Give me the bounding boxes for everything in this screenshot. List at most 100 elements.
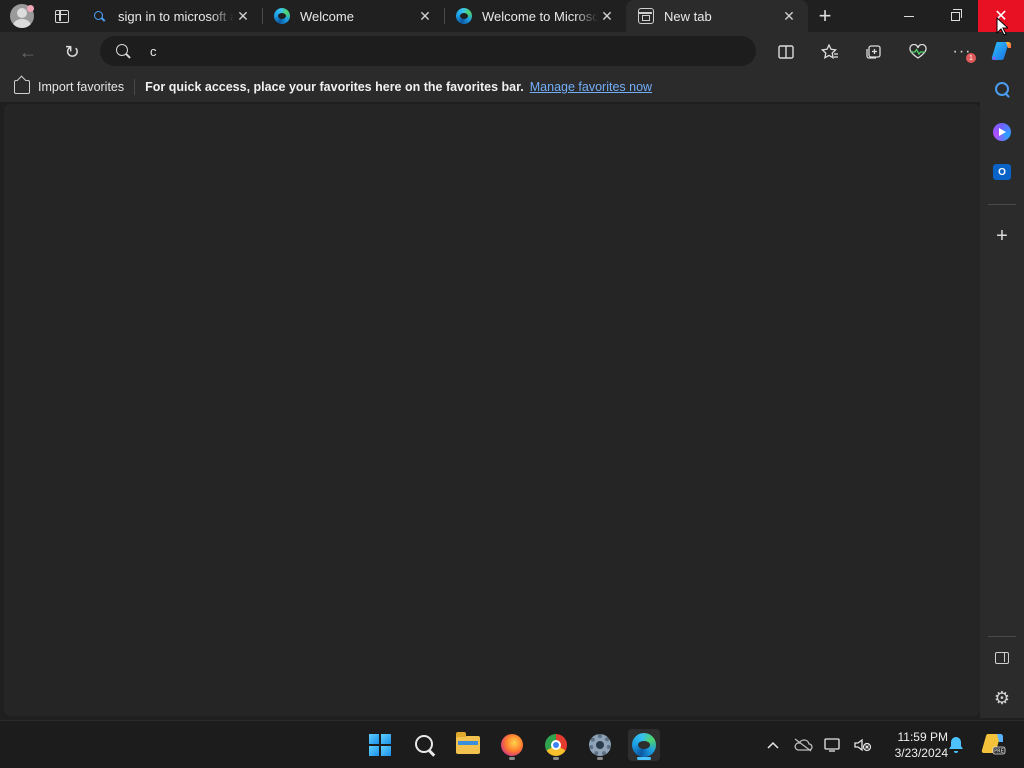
- refresh-icon: ↻: [64, 41, 80, 62]
- favorites-button[interactable]: [808, 34, 852, 70]
- page-content[interactable]: [4, 104, 980, 716]
- chrome-icon: [545, 734, 567, 756]
- favorites-bar: Import favorites For quick access, place…: [0, 72, 980, 102]
- sidebar-outlook-icon[interactable]: O: [993, 164, 1011, 180]
- screen: sign in to microsoft ac ✕ Welcome ✕ Welc…: [0, 0, 1024, 768]
- profile-notification-dot: [27, 5, 34, 12]
- notifications-button[interactable]: [946, 735, 966, 755]
- collections-button[interactable]: [852, 34, 896, 70]
- taskbar: 11:59 PM 3/23/2024 PRE: [0, 720, 1024, 768]
- svg-text:PRE: PRE: [994, 749, 1004, 755]
- chevron-up-icon: [767, 741, 779, 749]
- tab-title: New tab: [664, 8, 712, 24]
- notification-badge: 1: [966, 53, 976, 63]
- sidebar-divider: [988, 204, 1016, 205]
- speaker-muted-icon: [854, 738, 872, 752]
- clock-time: 11:59 PM: [897, 730, 948, 744]
- active-indicator: [637, 757, 651, 760]
- onedrive-button[interactable]: [788, 721, 818, 768]
- tab-actions-menu-button[interactable]: [44, 0, 80, 32]
- system-tray: [758, 721, 878, 768]
- running-indicator: [553, 757, 559, 760]
- tab-title: sign in to microsoft ac: [118, 8, 234, 24]
- cloud-offline-icon: [794, 738, 813, 752]
- file-explorer-button[interactable]: [452, 729, 484, 761]
- running-indicator: [509, 757, 515, 760]
- split-screen-icon: [778, 45, 794, 59]
- plus-icon: +: [996, 224, 1008, 247]
- browser-essentials-button[interactable]: [896, 34, 940, 70]
- firefox-icon: [501, 734, 523, 756]
- favorites-star-icon: [821, 44, 838, 59]
- tab-new-tab[interactable]: New tab ✕: [626, 0, 808, 32]
- new-tab-button[interactable]: +: [808, 0, 842, 32]
- tab-title: Welcome: [300, 8, 354, 24]
- new-tab-icon: [638, 8, 654, 24]
- title-bar: sign in to microsoft ac ✕ Welcome ✕ Welc…: [0, 0, 1024, 32]
- volume-button[interactable]: [848, 721, 878, 768]
- settings-gear-icon: [589, 734, 611, 756]
- tab-close-button[interactable]: ✕: [780, 7, 798, 25]
- toolbar: ← ↻ c ··· 1: [0, 32, 1024, 72]
- taskbar-search-button[interactable]: [408, 729, 440, 761]
- edge-icon: [274, 8, 290, 24]
- outlook-letter: O: [998, 166, 1006, 178]
- edge-sidebar: O + ⚙: [980, 72, 1024, 718]
- edge-icon: [456, 8, 472, 24]
- windows-logo-icon: [369, 734, 391, 756]
- chrome-button[interactable]: [540, 729, 572, 761]
- refresh-button[interactable]: ↻: [52, 34, 92, 70]
- sidebar-add-button[interactable]: +: [990, 224, 1014, 248]
- search-icon: [116, 44, 130, 58]
- split-screen-button[interactable]: [764, 34, 808, 70]
- tab-close-button[interactable]: ✕: [234, 7, 252, 25]
- sidebar-divider: [988, 636, 1016, 637]
- import-favorites-label: Import favorites: [38, 80, 125, 94]
- search-icon: [92, 8, 108, 24]
- favorites-bar-message: For quick access, place your favorites h…: [145, 80, 524, 94]
- minimize-button[interactable]: [886, 0, 932, 32]
- address-bar[interactable]: c: [100, 36, 756, 66]
- running-indicator: [597, 757, 603, 760]
- sidebar-search-icon[interactable]: [990, 78, 1014, 102]
- show-hidden-icons-button[interactable]: [758, 721, 788, 768]
- firefox-button[interactable]: [496, 729, 528, 761]
- tab-actions-icon: [55, 9, 69, 23]
- toolbar-actions: ··· 1: [764, 32, 984, 72]
- profile-button[interactable]: [0, 0, 44, 32]
- edge-taskbar-button[interactable]: [628, 729, 660, 761]
- sidebar-hide-panel-icon[interactable]: [995, 652, 1009, 664]
- tab-welcome[interactable]: Welcome ✕: [262, 0, 444, 32]
- edge-icon: [632, 733, 656, 757]
- tab-close-button[interactable]: ✕: [598, 7, 616, 25]
- copilot-tray-icon[interactable]: PRE: [980, 731, 1006, 757]
- collections-icon: [866, 45, 881, 59]
- gear-icon: ⚙: [993, 687, 1011, 708]
- back-button[interactable]: ←: [8, 34, 48, 70]
- manage-favorites-link[interactable]: Manage favorites now: [530, 80, 652, 94]
- settings-and-more-button[interactable]: ··· 1: [940, 34, 984, 70]
- mouse-cursor-icon: [996, 17, 1008, 36]
- tab-welcome-to-microsoft[interactable]: Welcome to Microsoft ✕: [444, 0, 626, 32]
- restore-icon: [950, 8, 962, 21]
- arrow-left-icon: ←: [19, 41, 37, 62]
- restore-button[interactable]: [932, 0, 978, 32]
- bell-icon: [949, 737, 963, 753]
- import-icon: [14, 80, 30, 94]
- start-button[interactable]: [364, 729, 396, 761]
- clock-date: 3/23/2024: [894, 746, 948, 760]
- tab-close-button[interactable]: ✕: [416, 7, 434, 25]
- address-input[interactable]: c: [150, 44, 157, 59]
- tab-sign-in-search[interactable]: sign in to microsoft ac ✕: [80, 0, 262, 32]
- heart-pulse-icon: [909, 44, 927, 59]
- sidebar-copilot-icon[interactable]: [993, 123, 1011, 141]
- settings-app-button[interactable]: [584, 729, 616, 761]
- clock[interactable]: 11:59 PM 3/23/2024: [878, 729, 948, 761]
- import-favorites-button[interactable]: Import favorites: [0, 80, 124, 94]
- folder-icon: [456, 732, 480, 754]
- display-button[interactable]: [818, 721, 848, 768]
- copilot-icon[interactable]: [990, 39, 1014, 63]
- sidebar-settings-button[interactable]: ⚙: [990, 686, 1014, 710]
- divider: [134, 79, 136, 95]
- tab-title: Welcome to Microsoft: [482, 8, 598, 24]
